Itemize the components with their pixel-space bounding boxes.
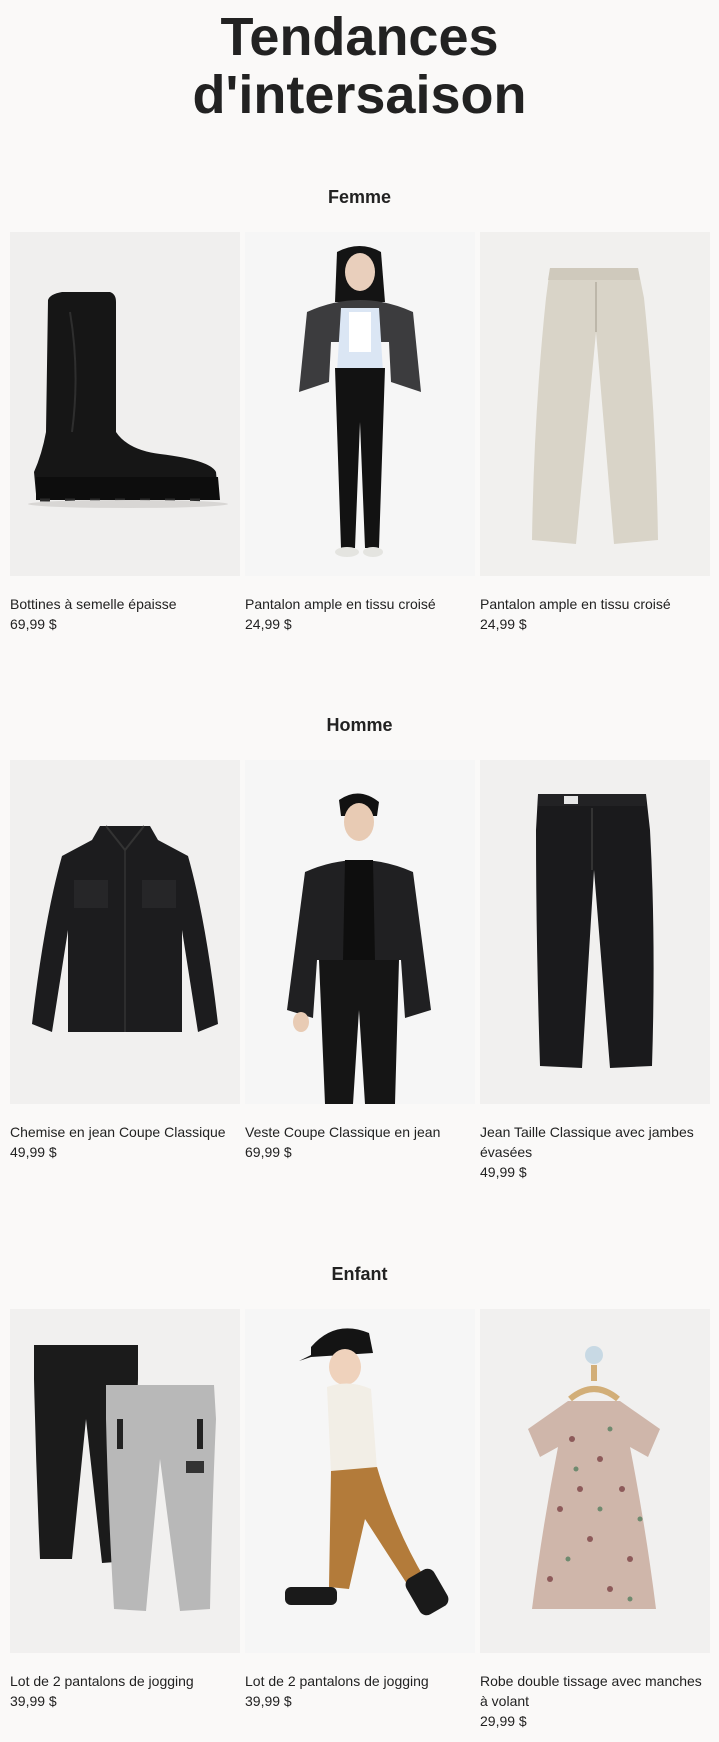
product-image-man-denim-jacket[interactable] (245, 760, 475, 1104)
product-card[interactable]: Robe double tissage avec manches à volan… (480, 1309, 710, 1731)
product-image-floral-dress[interactable] (480, 1309, 710, 1653)
product-image-denim-shirt[interactable] (10, 760, 240, 1104)
product-card[interactable]: Veste Coupe Classique en jean 69,99 $ (245, 760, 475, 1162)
section-title-femme: Femme (327, 187, 392, 207)
product-image-black-jeans[interactable] (480, 760, 710, 1104)
product-name[interactable]: Veste Coupe Classique en jean (245, 1122, 475, 1142)
product-card[interactable]: Jean Taille Classique avec jambes évasée… (480, 760, 710, 1182)
product-name[interactable]: Jean Taille Classique avec jambes évasée… (480, 1122, 710, 1162)
page-title-line-1: Tendances (220, 7, 499, 67)
product-name[interactable]: Robe double tissage avec manches à volan… (480, 1671, 710, 1711)
product-card[interactable]: Bottines à semelle épaisse 69,99 $ (10, 232, 240, 634)
page-title: Tendances d'intersaison (0, 8, 719, 124)
product-price: 39,99 $ (245, 1693, 292, 1709)
product-price: 24,99 $ (480, 616, 527, 632)
section-title-enfant: Enfant (331, 1264, 388, 1284)
product-image-boot[interactable] (10, 232, 240, 576)
product-name[interactable]: Chemise en jean Coupe Classique (10, 1122, 240, 1142)
product-card[interactable]: Lot de 2 pantalons de jogging 39,99 $ (245, 1309, 475, 1711)
product-card[interactable]: Pantalon ample en tissu croisé 24,99 $ (245, 232, 475, 634)
product-price: 49,99 $ (10, 1144, 57, 1160)
product-name[interactable]: Pantalon ample en tissu croisé (245, 594, 475, 614)
product-price: 49,99 $ (480, 1164, 527, 1180)
product-image-two-joggers[interactable] (10, 1309, 240, 1653)
product-name[interactable]: Lot de 2 pantalons de jogging (10, 1671, 240, 1691)
product-name[interactable]: Bottines à semelle épaisse (10, 594, 240, 614)
product-price: 69,99 $ (245, 1144, 292, 1160)
product-price: 39,99 $ (10, 1693, 57, 1709)
product-card[interactable]: Chemise en jean Coupe Classique 49,99 $ (10, 760, 240, 1162)
product-image-beige-pants[interactable] (480, 232, 710, 576)
section-title-homme: Homme (326, 715, 393, 735)
product-card[interactable]: Pantalon ample en tissu croisé 24,99 $ (480, 232, 710, 634)
product-card[interactable]: Lot de 2 pantalons de jogging 39,99 $ (10, 1309, 240, 1711)
product-name[interactable]: Lot de 2 pantalons de jogging (245, 1671, 475, 1691)
product-price: 29,99 $ (480, 1713, 527, 1729)
product-image-boy-cap[interactable] (245, 1309, 475, 1653)
product-image-woman-jacket[interactable] (245, 232, 475, 576)
product-price: 69,99 $ (10, 616, 57, 632)
page-title-line-2: d'intersaison (192, 65, 527, 125)
product-price: 24,99 $ (245, 616, 292, 632)
product-name[interactable]: Pantalon ample en tissu croisé (480, 594, 710, 614)
